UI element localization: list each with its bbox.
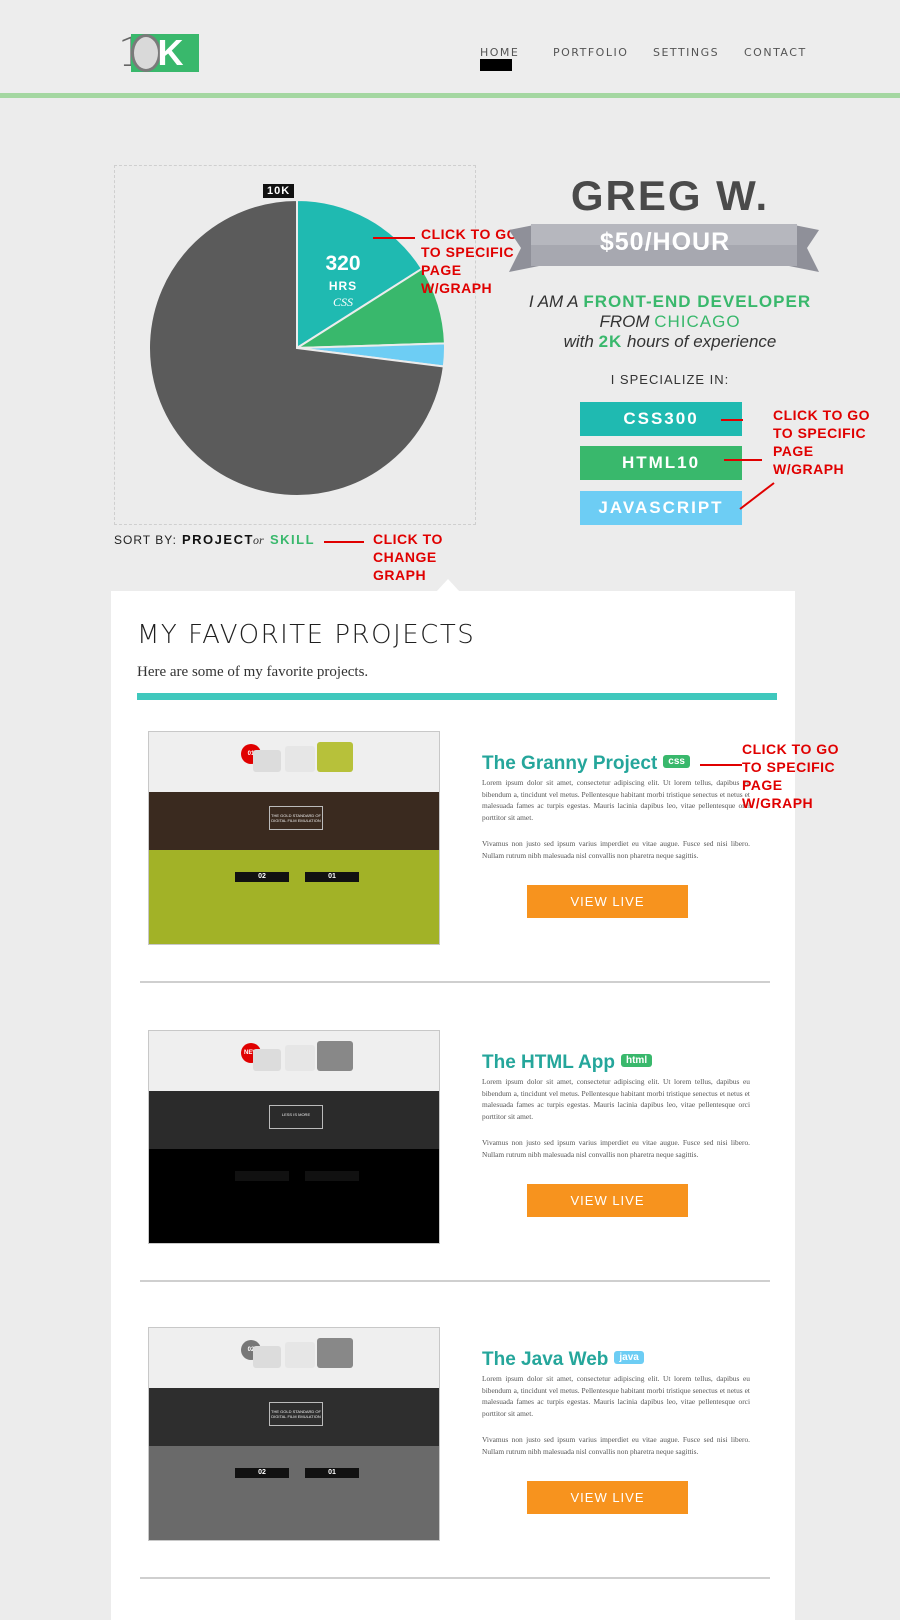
view-live-button[interactable]: VIEW LIVE (527, 885, 688, 918)
thumb-counter-a (235, 1171, 289, 1181)
camera-icon (317, 742, 353, 772)
camera-icon (253, 750, 281, 772)
project-divider (140, 981, 770, 983)
intro-line-3: with 2K hours of experience (480, 332, 860, 352)
camera-icon (285, 746, 315, 772)
annotation-line: CLICK TO GO (421, 226, 519, 242)
annotation-line: PAGE (421, 262, 462, 278)
hourly-rate: $50/HOUR (599, 228, 731, 256)
view-live-button[interactable]: VIEW LIVE (527, 1481, 688, 1514)
intro-line-1: I AM A FRONT-END DEVELOPER (480, 292, 860, 312)
annotation-line: TO SPECIFIC (742, 759, 836, 775)
project-title-text: The Java Web (482, 1349, 609, 1370)
pie-label-value: 320 (325, 252, 361, 275)
annotation-line: PAGE (773, 443, 814, 459)
projects-title: MY FAVORITE PROJECTS (137, 620, 476, 650)
project-description: Lorem ipsum dolor sit amet, consectetur … (482, 778, 750, 822)
annotation-line-skill-css (721, 419, 743, 421)
view-live-button[interactable]: VIEW LIVE (527, 1184, 688, 1217)
intro-hours: 2K (598, 332, 623, 351)
sort-label: SORT BY: (114, 533, 177, 547)
intro-line-2: FROM CHICAGO (480, 312, 860, 332)
project-title[interactable]: The Granny Project css (482, 753, 690, 775)
thumb-band (149, 1149, 439, 1243)
skill-button-html[interactable]: HTML10 (580, 446, 742, 480)
annotation-skills: CLICK TO GO TO SPECIFIC PAGE W/GRAPH (773, 406, 870, 478)
annotation-line: W/GRAPH (773, 461, 845, 477)
annotation-line: GRAPH (373, 567, 427, 583)
project-skill-badge[interactable]: html (620, 1054, 653, 1068)
intro-with: with (563, 332, 594, 351)
project-description: Lorem ipsum dolor sit amet, consectetur … (482, 1374, 750, 1418)
annotation-line: CLICK TO GO (742, 741, 840, 757)
sort-or-text: or (253, 533, 264, 547)
project-divider (140, 1577, 770, 1579)
annotation-line-project (700, 764, 742, 766)
intro-i-am-a: I AM A (528, 292, 579, 311)
chart-tag: 10K (263, 184, 295, 198)
camera-icon (285, 1045, 315, 1071)
project-thumbnail[interactable]: 01 THE GOLD STANDARD OF DIGITAL FILM EMU… (148, 731, 440, 945)
thumb-counter-b (305, 1171, 359, 1181)
project-title-text: The HTML App (482, 1052, 615, 1073)
sort-by-skill-link[interactable]: SKILL (270, 532, 315, 547)
profile-intro: I AM A FRONT-END DEVELOPER FROM CHICAGO … (480, 292, 860, 352)
intro-from: FROM (599, 312, 650, 331)
thumb-band (149, 1446, 439, 1540)
project-title[interactable]: The HTML App html (482, 1052, 653, 1074)
project-title[interactable]: The Java Web java (482, 1349, 644, 1371)
camera-icon (317, 1041, 353, 1071)
annotation-line: TO SPECIFIC (773, 425, 867, 441)
project-description: Lorem ipsum dolor sit amet, consectetur … (482, 1077, 750, 1121)
teal-divider (137, 693, 777, 700)
annotation-line: CLICK TO GO (773, 407, 871, 423)
thumb-counter-b: 01 (305, 872, 359, 882)
annotation-line: CLICK TO (373, 531, 443, 547)
thumb-headline: LESS IS MORE (269, 1105, 323, 1129)
sort-by-project-link[interactable]: PROJECT (182, 532, 254, 547)
panel-notch (436, 579, 460, 592)
intro-experience: hours of experience (627, 332, 777, 351)
project-thumbnail[interactable]: NEW LESS IS MORE (148, 1030, 440, 1244)
profile-name: GREG W. (570, 172, 770, 219)
project-description-2: Vivamus non justo sed ipsum varius imper… (482, 839, 750, 860)
annotation-line-skill-html (724, 459, 762, 461)
camera-icon (285, 1342, 315, 1368)
projects-subtitle: Here are some of my favorite projects. (137, 664, 369, 680)
annotation-line-sort (324, 541, 364, 543)
thumb-headline: THE GOLD STANDARD OF DIGITAL FILM EMULAT… (269, 1402, 323, 1426)
annotation-line: W/GRAPH (742, 795, 814, 811)
annotation-project: CLICK TO GO TO SPECIFIC PAGE W/GRAPH (742, 740, 839, 812)
annotation-sort: CLICK TO CHANGE GRAPH (373, 530, 443, 584)
pie-label-unit: HRS (328, 279, 358, 293)
camera-icon (253, 1346, 281, 1368)
annotation-line-pie (373, 237, 415, 239)
skill-button-css[interactable]: CSS300 (580, 402, 742, 436)
intro-city: CHICAGO (654, 312, 741, 331)
camera-icon (317, 1338, 353, 1368)
specialize-label: I SPECIALIZE IN: (610, 372, 730, 387)
camera-icon (253, 1049, 281, 1071)
project-title-text: The Granny Project (482, 753, 658, 774)
project-divider (140, 1280, 770, 1282)
intro-role: FRONT-END DEVELOPER (583, 292, 812, 311)
thumb-headline: THE GOLD STANDARD OF DIGITAL FILM EMULAT… (269, 806, 323, 830)
annotation-line: CHANGE (373, 549, 437, 565)
project-thumbnail[interactable]: 02 THE GOLD STANDARD OF DIGITAL FILM EMU… (148, 1327, 440, 1541)
pie-label-skill: CSS (332, 295, 353, 309)
project-skill-badge[interactable]: java (614, 1351, 644, 1365)
thumb-counter-b: 01 (305, 1468, 359, 1478)
thumb-band (149, 850, 439, 944)
project-description-2: Vivamus non justo sed ipsum varius imper… (482, 1138, 750, 1159)
annotation-line: PAGE (742, 777, 783, 793)
thumb-counter-a: 02 (235, 1468, 289, 1478)
annotation-pie: CLICK TO GO TO SPECIFIC PAGE W/GRAPH (421, 225, 518, 297)
project-description-2: Vivamus non justo sed ipsum varius imper… (482, 1435, 750, 1456)
annotation-line: TO SPECIFIC (421, 244, 515, 260)
thumb-counter-a: 02 (235, 872, 289, 882)
project-skill-badge[interactable]: css (663, 755, 690, 769)
annotation-line-skill-js (739, 482, 775, 510)
skill-button-javascript[interactable]: JAVASCRIPT (580, 491, 742, 525)
